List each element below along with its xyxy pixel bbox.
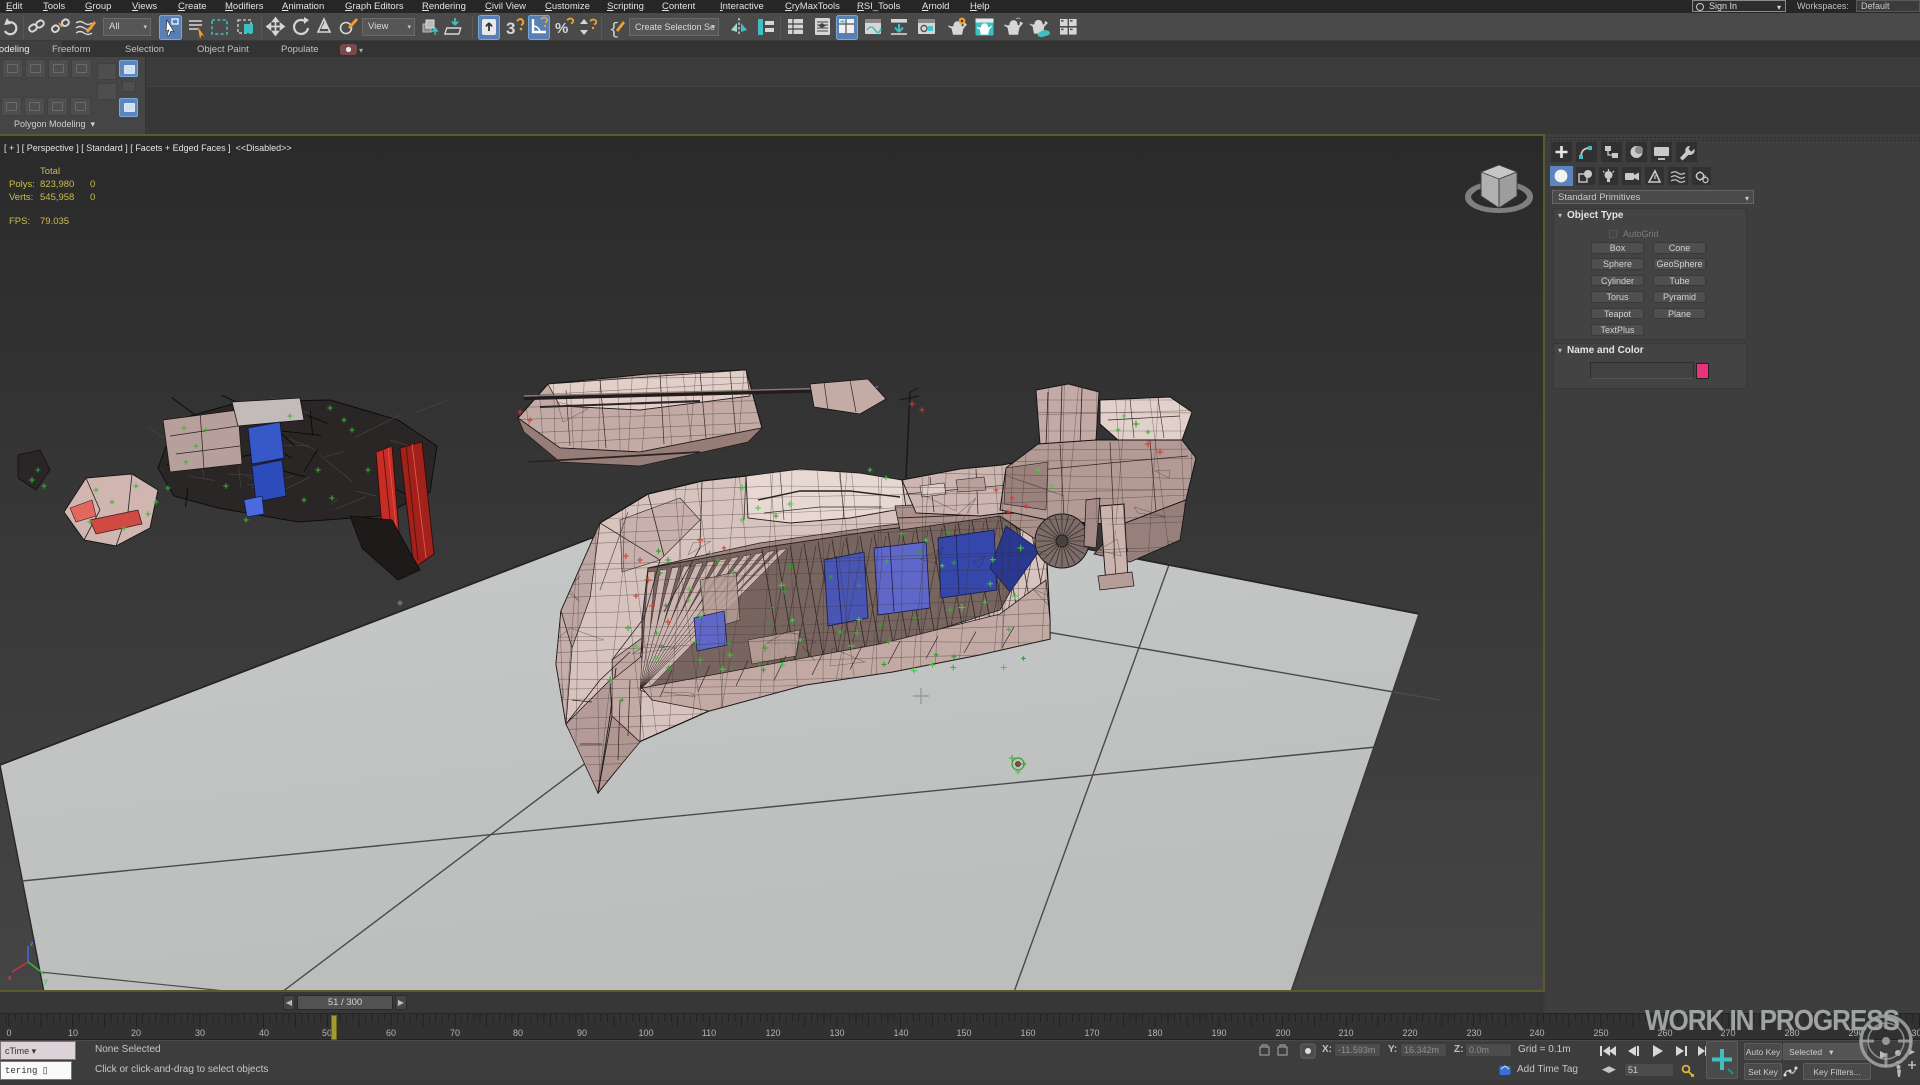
- svg-text:z: z: [30, 941, 34, 948]
- svg-text:▾: ▾: [359, 46, 363, 55]
- svg-text:%: %: [555, 20, 568, 37]
- svg-text:x: x: [8, 975, 12, 982]
- svg-text:y: y: [44, 978, 48, 985]
- svg-text:3: 3: [506, 19, 515, 38]
